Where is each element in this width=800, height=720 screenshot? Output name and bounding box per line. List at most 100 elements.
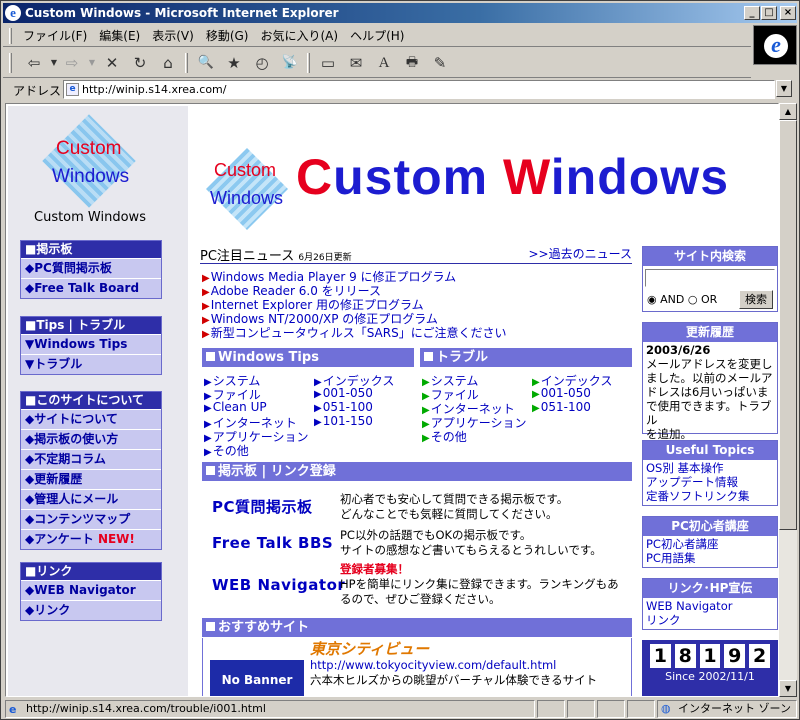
trouble-link[interactable]: ▶051-100: [532, 400, 591, 414]
forward-icon[interactable]: ⇨: [61, 53, 83, 73]
menu-favorites[interactable]: お気に入り(A): [254, 25, 344, 47]
sidebar-logo-windows: Windows: [52, 166, 130, 187]
sidebar-item-bbs-guide[interactable]: ◆掲示板の使い方: [21, 429, 161, 449]
beginner-link[interactable]: PC用語集: [646, 551, 774, 565]
tips-link[interactable]: ▶その他: [204, 442, 249, 459]
window-title: Custom Windows - Microsoft Internet Expl…: [25, 6, 339, 20]
counter-since: Since 2002/11/1: [665, 670, 755, 683]
useful-topics-box: Useful Topics OS別 基本操作 アップデート情報 定番ソフトリンク…: [642, 440, 778, 506]
recommend-header: おすすめサイト: [202, 618, 632, 637]
favorites-icon[interactable]: ★: [223, 53, 245, 73]
sidebar-item-web-navigator[interactable]: ◆WEB Navigator: [21, 580, 161, 600]
recommend-banner[interactable]: No Banner: [210, 660, 304, 696]
sidebar-item-free-talk[interactable]: ◆Free Talk Board: [21, 278, 161, 298]
pc-bbs-desc: 初心者でも安心して質問できる掲示板です。 どんなことでも気軽に質問してください。: [340, 492, 569, 521]
scroll-up-button[interactable]: ▲: [779, 103, 797, 120]
useful-link[interactable]: OS別 基本操作: [646, 461, 774, 475]
menu-bar: ファイル(F) 編集(E) 表示(V) 移動(G) お気に入り(A) ヘルプ(H): [3, 25, 751, 47]
sidebar-item-windows-tips[interactable]: ▼Windows Tips: [21, 334, 161, 354]
radio-or-icon[interactable]: ○: [688, 293, 698, 306]
useful-link[interactable]: 定番ソフトリンク集: [646, 489, 774, 503]
menu-file[interactable]: ファイル(F): [17, 25, 93, 47]
beginner-box: PC初心者講座 PC初心者講座 PC用語集: [642, 516, 778, 568]
history-date: 2003/6/26: [646, 343, 711, 357]
status-bar: e http://winip.s14.xrea.com/trouble/i001.…: [3, 699, 799, 719]
sidebar-item-survey[interactable]: ◆アンケート NEW!: [21, 529, 161, 549]
menu-edit[interactable]: 編集(E): [93, 25, 146, 47]
page-icon: e: [66, 83, 79, 96]
pc-bbs-link[interactable]: PC質問掲示板: [212, 496, 313, 517]
tips-link[interactable]: ▶101-150: [314, 414, 373, 428]
search-input[interactable]: [645, 269, 775, 287]
minimize-button[interactable]: _: [744, 6, 760, 20]
recommend-url[interactable]: http://www.tokyocityview.com/default.htm…: [310, 658, 556, 672]
status-url: e http://winip.s14.xrea.com/trouble/i001.…: [5, 700, 535, 718]
refresh-icon[interactable]: ↻: [129, 53, 151, 73]
ie-throbber-logo: e: [753, 25, 797, 65]
maximize-button[interactable]: □: [761, 6, 777, 20]
sidebar-item-history[interactable]: ◆更新履歴: [21, 469, 161, 489]
ie-icon: e: [5, 5, 21, 21]
address-input[interactable]: e http://winip.s14.xrea.com/: [63, 80, 775, 99]
past-news-link[interactable]: >>過去のニュース: [528, 245, 632, 262]
useful-link[interactable]: アップデート情報: [646, 475, 774, 489]
menu-view[interactable]: 表示(V): [146, 25, 200, 47]
sidebar-site-name: Custom Windows: [34, 210, 146, 225]
search-icon[interactable]: 🔍: [195, 53, 217, 73]
browser-window: Custom Windows - Microsoft Internet Expl…: [0, 0, 800, 720]
scroll-down-button[interactable]: ▼: [779, 680, 797, 697]
channels-icon[interactable]: 📡: [279, 53, 301, 73]
web-navigator-link[interactable]: WEB Navigator: [212, 576, 345, 594]
mail-icon[interactable]: ✉: [345, 53, 367, 73]
recruit-badge: 登録者募集！: [340, 562, 409, 576]
fullscreen-icon[interactable]: ▭: [317, 53, 339, 73]
free-talk-link[interactable]: Free Talk BBS: [212, 534, 333, 552]
sidebar-item-about[interactable]: ◆サイトについて: [21, 409, 161, 429]
trouble-link[interactable]: ▶001-050: [532, 386, 591, 400]
status-zone: ◍ インターネット ゾーン: [657, 700, 797, 718]
sidebar-item-mail[interactable]: ◆管理人にメール: [21, 489, 161, 509]
sidebar-item-column[interactable]: ◆不定期コラム: [21, 449, 161, 469]
sidebar-box-about: ■このサイトについて ◆サイトについて ◆掲示板の使い方 ◆不定期コラム ◆更新…: [20, 391, 162, 550]
logo-diamond: [42, 114, 136, 208]
sidebar-box-bbs: ■掲示板 ◆PC質問掲示板 ◆Free Talk Board: [20, 240, 162, 299]
web-navigator-desc: 登録者募集！ HPを簡単にリンク集に登録できます。ランキングもあ るので、ぜひご登録…: [340, 562, 622, 607]
recommend-site-name[interactable]: 東京シティビュー: [310, 638, 429, 659]
menu-go[interactable]: 移動(G): [200, 25, 255, 47]
sidebar-item-trouble[interactable]: ▼トラブル: [21, 354, 161, 374]
edit-icon[interactable]: ✎: [429, 53, 451, 73]
tips-link[interactable]: ▶001-050: [314, 386, 373, 400]
header-banner-title: Custom Windows: [296, 149, 729, 205]
boards-header: 掲示板 | リンク登録: [202, 462, 632, 481]
stop-icon[interactable]: ✕: [101, 53, 123, 73]
scroll-thumb[interactable]: [779, 120, 797, 530]
back-icon[interactable]: ⇦: [23, 53, 45, 73]
sidebar-box-title: ■Tips | トラブル: [21, 317, 161, 334]
sidebar: Custom Windows Custom Windows ■掲示板 ◆PC質問…: [8, 106, 188, 696]
sidebar-item-content-map[interactable]: ◆コンテンツマップ: [21, 509, 161, 529]
history-icon[interactable]: ◴: [251, 53, 273, 73]
home-icon[interactable]: ⌂: [157, 53, 179, 73]
beginner-link[interactable]: PC初心者講座: [646, 537, 774, 551]
tips-link[interactable]: ▶Clean UP: [204, 400, 267, 414]
address-dropdown-button[interactable]: ▼: [776, 80, 792, 97]
search-button[interactable]: 検索: [739, 290, 773, 309]
link-ad-links[interactable]: リンク: [646, 613, 774, 627]
radio-and-icon[interactable]: ◉: [647, 293, 657, 306]
link-ad-web-navigator[interactable]: WEB Navigator: [646, 599, 774, 613]
news-header: PC注目ニュース 6月26日更新 >>過去のニュース: [200, 245, 632, 264]
tips-link[interactable]: ▶051-100: [314, 400, 373, 414]
windows-tips-header: Windows Tips: [202, 348, 414, 367]
print-icon[interactable]: 🖶: [401, 53, 423, 73]
header-logo-windows: Windows: [210, 188, 284, 208]
beginner-title: PC初心者講座: [643, 517, 777, 536]
trouble-link[interactable]: ▶その他: [422, 428, 467, 445]
menu-help[interactable]: ヘルプ(H): [344, 25, 410, 47]
vertical-scrollbar[interactable]: ▲ ▼: [779, 103, 797, 697]
news-item[interactable]: ▶新型コンピュータウィルス「SARS」にご注意ください: [202, 324, 506, 341]
sidebar-item-pc-bbs[interactable]: ◆PC質問掲示板: [21, 258, 161, 278]
font-icon[interactable]: A: [373, 53, 395, 73]
close-button[interactable]: ×: [780, 6, 796, 20]
toolbar: ⇦ ▼ ⇨ ▼ ✕ ↻ ⌂ 🔍 ★ ◴ 📡 ▭ ✉ A 🖶 ✎: [3, 48, 751, 78]
sidebar-item-links[interactable]: ◆リンク: [21, 600, 161, 620]
